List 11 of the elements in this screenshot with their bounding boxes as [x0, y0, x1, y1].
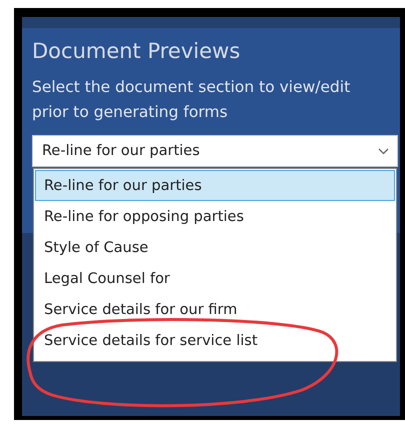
panel-description: Select the document section to view/edit prior to generating forms [32, 77, 352, 123]
dropdown-field[interactable]: Re-line for our parties [32, 135, 398, 167]
dropdown-option[interactable]: Re-line for our parties [35, 170, 395, 201]
panel-title: Document Previews [32, 39, 242, 63]
dropdown-option[interactable]: Style of Cause [35, 232, 395, 263]
chevron-down-icon [378, 148, 389, 154]
dropdown-value: Re-line for our parties [42, 143, 200, 159]
dropdown-option[interactable]: Service details for service list [35, 325, 395, 356]
dropdown-option[interactable]: Re-line for opposing parties [35, 201, 395, 232]
dropdown-option[interactable]: Legal Counsel for [35, 263, 395, 294]
dropdown-option[interactable]: Service details for our firm [35, 294, 395, 325]
